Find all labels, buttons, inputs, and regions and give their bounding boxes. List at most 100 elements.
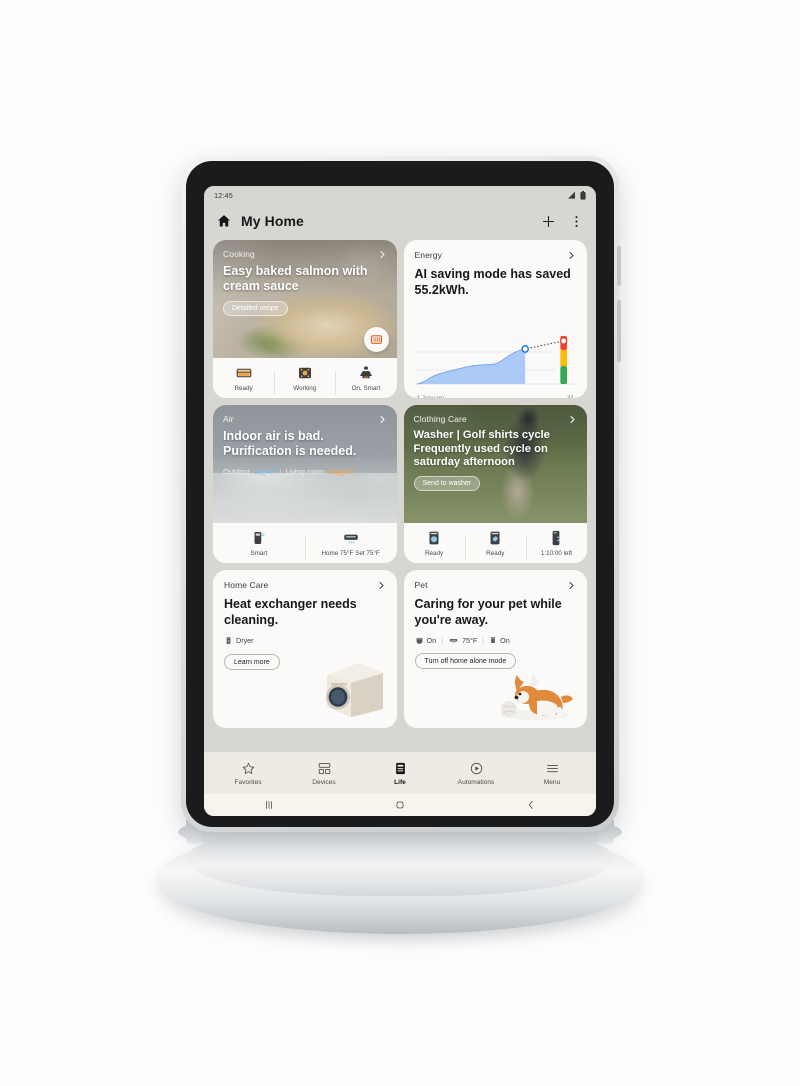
chevron-right-icon[interactable] <box>567 251 576 260</box>
card-home-care[interactable]: Home Care Heat exchanger needs cleaning.… <box>213 570 397 728</box>
homecare-headline: Heat exchanger needs cleaning. <box>224 597 357 627</box>
pet-status-ac: 75°F <box>448 636 477 645</box>
power-button[interactable] <box>617 246 621 286</box>
clothing-device-strip: Ready Ready 1:10:00 left <box>403 523 587 563</box>
axis-label-end: 31 <box>567 395 574 398</box>
device-dryer[interactable]: Ready <box>464 529 526 560</box>
card-energy[interactable]: Energy AI saving mode has saved 55.2kWh. <box>403 240 587 398</box>
learn-more-button[interactable]: Learn more <box>224 654 280 670</box>
device-label: Home 75°F Set 75°F <box>321 550 380 557</box>
card-pet[interactable]: Pet Caring for your pet while you're awa… <box>403 570 587 728</box>
device-steam-closet[interactable]: 1:10:00 left <box>525 529 587 560</box>
clothing-hero: Clothing Care Washer | Golf shirts cycle… <box>403 405 587 523</box>
device-oven[interactable]: Ready <box>213 364 274 392</box>
signal-icon <box>568 191 575 199</box>
pet-status-value: 75°F <box>461 635 478 645</box>
device-hood[interactable]: On, Smart <box>335 364 396 395</box>
metrics-separator: | <box>279 466 282 476</box>
status-time: 12:45 <box>214 190 233 200</box>
air-metrics: Outdoor 5㎍/㎥ | Living room 81㎍/㎥ <box>223 466 387 477</box>
cooking-category-row: Cooking <box>223 249 387 259</box>
more-options-icon[interactable] <box>569 214 584 229</box>
air-purifier-icon <box>491 637 495 643</box>
device-air-conditioner[interactable]: Home 75°F Set 75°F <box>304 529 397 560</box>
nav-label: Life <box>394 778 406 786</box>
nav-life[interactable]: Life <box>362 761 438 786</box>
air-hero: Air Indoor air is bad. Purification is n… <box>213 405 397 523</box>
chevron-right-icon[interactable] <box>377 581 386 590</box>
pet-status-purifier: On <box>489 635 510 645</box>
page-title: My Home <box>241 213 304 229</box>
oven-icon <box>236 368 251 378</box>
air-conditioner-icon <box>343 534 358 544</box>
status-separator: | <box>441 635 443 645</box>
nav-label: Devices <box>312 778 336 786</box>
back-icon[interactable] <box>525 799 537 811</box>
device-screen: 12:45 My Home Cooking Easy baked salmon … <box>204 186 596 816</box>
washer-icon <box>429 531 439 545</box>
device-label: Ready <box>234 385 253 392</box>
star-icon <box>242 762 254 774</box>
air-category-row: Air <box>223 414 387 424</box>
send-to-washer-button[interactable]: Send to washer <box>413 475 481 491</box>
pet-status-value: On <box>500 635 510 645</box>
cooking-headline: Easy baked salmon with cream sauce <box>223 264 368 294</box>
life-icon <box>395 762 405 774</box>
energy-chart: 1 January 31 <box>414 334 577 398</box>
energy-category: Energy <box>414 250 443 260</box>
dryer-illustration <box>319 653 391 724</box>
charging-stand-inner <box>186 822 614 896</box>
automations-icon <box>470 762 482 774</box>
status-separator: | <box>482 635 485 645</box>
energy-chart-axis-labels: 1 January 31 <box>415 395 577 398</box>
card-clothing-care[interactable]: Clothing Care Washer | Golf shirts cycle… <box>403 405 587 563</box>
app-header: My Home <box>204 204 596 238</box>
device-air-purifier[interactable]: Smart <box>213 529 305 557</box>
chevron-right-icon[interactable] <box>378 250 387 259</box>
device-label: Ready <box>486 550 505 557</box>
outdoor-value: 5㎍/㎥ <box>254 466 276 476</box>
status-bar: 12:45 <box>204 186 596 204</box>
pet-headline: Caring for your pet while you're away. <box>414 597 562 627</box>
chevron-right-icon[interactable] <box>378 415 387 424</box>
devices-grid-icon <box>318 762 330 774</box>
nav-menu[interactable]: Menu <box>514 761 590 786</box>
robot-vacuum-icon <box>416 637 422 644</box>
nav-label: Menu <box>543 778 561 786</box>
air-device-strip: Smart Home 75°F Set 75°F <box>213 523 397 563</box>
chevron-right-icon[interactable] <box>568 415 577 424</box>
homecare-device-label: Dryer <box>236 636 254 645</box>
pet-category: Pet <box>414 580 428 590</box>
axis-label-start: 1 January <box>417 395 445 398</box>
recents-icon[interactable] <box>263 799 275 811</box>
card-air[interactable]: Air Indoor air is bad. Purification is n… <box>213 405 397 563</box>
energy-category-row: Energy <box>415 250 577 260</box>
bottom-navigation: Favorites Devices Life Automations Menu <box>204 752 596 794</box>
volume-button[interactable] <box>617 300 621 362</box>
clothing-headline: Washer | Golf shirts cycle Frequently us… <box>413 429 550 469</box>
plus-icon[interactable] <box>541 214 556 229</box>
homecare-category: Home Care <box>224 580 269 590</box>
air-purifier-icon <box>254 532 265 544</box>
device-washer[interactable]: Ready <box>404 529 465 557</box>
home-square-icon[interactable] <box>394 799 406 811</box>
chevron-right-icon[interactable] <box>567 581 576 590</box>
outdoor-label: Outdoor <box>223 466 251 476</box>
header-actions <box>541 214 584 229</box>
status-indicators <box>567 190 586 200</box>
indoor-value: 81㎍/㎥ <box>328 466 354 476</box>
nav-favorites[interactable]: Favorites <box>210 761 286 786</box>
device-cooktop[interactable]: Working <box>274 364 335 395</box>
clothing-category: Clothing Care <box>413 414 467 424</box>
card-cooking[interactable]: Cooking Easy baked salmon with cream sau… <box>213 240 397 398</box>
cooking-device-strip: Ready Working On, Smart <box>213 358 397 398</box>
energy-area-chart <box>414 336 576 385</box>
home-icon <box>218 215 230 227</box>
homecare-category-row: Home Care <box>224 580 386 590</box>
nav-automations[interactable]: Automations <box>438 761 514 786</box>
pet-status-vacuum: On <box>415 636 436 645</box>
nav-devices[interactable]: Devices <box>286 761 362 786</box>
nav-label: Favorites <box>234 778 262 786</box>
detailed-recipe-button[interactable]: Detailed recipe <box>223 300 288 316</box>
oven-badge-icon[interactable] <box>363 327 389 352</box>
